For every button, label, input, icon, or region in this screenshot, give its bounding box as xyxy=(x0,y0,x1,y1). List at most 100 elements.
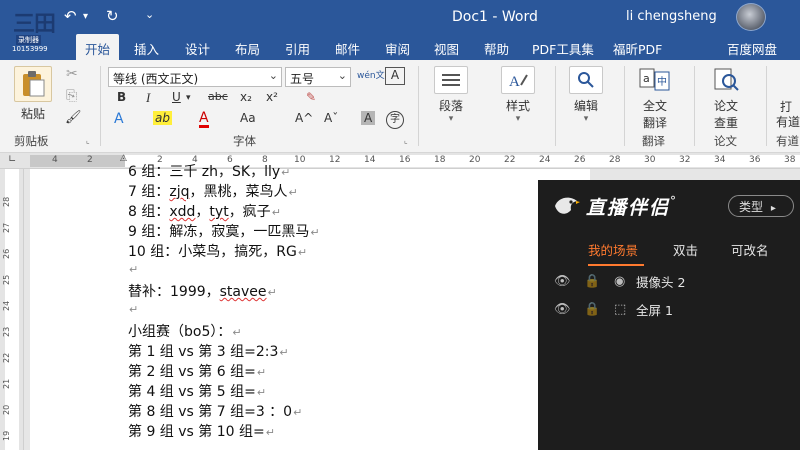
tab-baidu-netdisk[interactable]: 百度网盘 xyxy=(727,39,777,58)
document-line[interactable]: 第 4 组 vs 第 5 组=↵ xyxy=(128,381,266,401)
superscript-button[interactable]: x² xyxy=(266,90,278,104)
format-painter-icon[interactable]: 🖌 xyxy=(65,110,82,125)
character-border-icon[interactable]: A xyxy=(385,67,405,85)
document-line[interactable]: 第 1 组 vs 第 3 组=2:3↵ xyxy=(128,341,289,361)
italic-button[interactable]: I xyxy=(146,90,150,106)
character-shading-button[interactable]: A xyxy=(361,111,376,125)
styles-button[interactable]: A 样式 ▾ xyxy=(501,66,535,124)
clear-formatting-icon[interactable]: ✎ xyxy=(306,90,316,104)
divider xyxy=(100,66,101,146)
font-size-select[interactable]: 五号 ⌄ xyxy=(285,67,351,87)
youdao-label[interactable]: 有道 xyxy=(776,113,800,130)
chevron-down-icon: ▾ xyxy=(448,114,454,124)
tab-layout[interactable]: 布局 xyxy=(235,39,260,58)
avatar[interactable] xyxy=(736,3,766,31)
user-name[interactable]: li chengsheng xyxy=(626,9,717,24)
redo-icon[interactable]: ↻ xyxy=(106,7,119,25)
scene-item[interactable]: 👁 🔒 ⬚ 全屏 1 xyxy=(554,300,673,319)
tab-stop-icon[interactable]: ∟ xyxy=(8,154,16,165)
document-line[interactable]: 第 8 组 vs 第 7 组=3 ：0↵ xyxy=(128,401,302,421)
shrink-font-button[interactable]: Aˇ xyxy=(324,111,338,125)
bird-logo-icon xyxy=(555,197,580,214)
ruler-tick-label: 14 xyxy=(364,155,376,165)
ribbon: 粘贴 ✂ ⎘ 🖌 剪贴板 ⌞ 等线 (西文正文) ⌄ 五号 ⌄ wén文 A B… xyxy=(0,60,800,153)
ruler-tick-label: 21 xyxy=(2,378,11,389)
change-case-button[interactable]: Aa xyxy=(240,111,256,125)
tab-double-click[interactable]: 双击 xyxy=(673,240,698,259)
tab-review[interactable]: 审阅 xyxy=(385,39,410,58)
document-line[interactable]: 7 组：zjq，黑桃，菜鸟人↵ xyxy=(128,181,298,201)
phonetic-guide-icon[interactable]: wén文 xyxy=(357,68,385,81)
document-title: Doc1 - Word xyxy=(452,9,538,25)
clipboard-launcher-icon[interactable]: ⌞ xyxy=(86,136,90,145)
eye-icon[interactable]: 👁 xyxy=(554,302,584,317)
text-effects-button[interactable]: A xyxy=(114,111,124,127)
enclose-characters-button[interactable]: 字 xyxy=(386,111,404,129)
font-name-select[interactable]: 等线 (西文正文) ⌄ xyxy=(108,67,282,87)
highlight-button[interactable]: ab xyxy=(153,111,172,125)
lock-icon[interactable]: 🔒 xyxy=(584,274,614,289)
tab-help[interactable]: 帮助 xyxy=(484,39,509,58)
paste-button[interactable]: 粘贴 xyxy=(14,66,52,122)
scene-item[interactable]: 👁 🔒 ◉ 摄像头 2 xyxy=(554,272,685,291)
document-line[interactable]: 10 组：小菜鸟，搞死，RG↵ xyxy=(128,241,307,261)
tab-renamable[interactable]: 可改名 xyxy=(731,240,769,259)
styles-icon: A xyxy=(501,66,535,94)
type-button-label: 类型 xyxy=(739,200,764,214)
font-color-button[interactable]: A xyxy=(199,111,209,128)
paper-check-button[interactable]: 论文 查重 xyxy=(709,66,743,131)
underline-button[interactable]: U xyxy=(172,90,181,104)
divider xyxy=(694,66,695,146)
title-bar: ↶ ▾ ↻ ⌄ Doc1 - Word li chengsheng xyxy=(0,0,800,34)
ruler-tick-label: 27 xyxy=(2,222,11,233)
tab-pdf-tools[interactable]: PDF工具集 xyxy=(532,39,602,58)
document-line[interactable]: 6 组：三千 zh，SK，lly↵ xyxy=(128,161,290,181)
underline-dropdown-icon[interactable]: ▾ xyxy=(186,93,191,103)
type-button[interactable]: 类型 ▸ xyxy=(728,195,794,217)
subscript-button[interactable]: x₂ xyxy=(240,90,252,104)
copy-icon[interactable]: ⎘ xyxy=(66,88,77,104)
lock-icon[interactable]: 🔒 xyxy=(584,302,614,317)
ruler-tick-label: 34 xyxy=(714,155,726,165)
bold-button[interactable]: B xyxy=(117,90,126,104)
search-icon xyxy=(569,66,603,94)
font-launcher-icon[interactable]: ⌞ xyxy=(404,136,408,145)
paragraph-mark: ↵ xyxy=(310,226,320,239)
ruler-tick-label: 18 xyxy=(434,155,446,165)
editing-button[interactable]: 编辑 ▾ xyxy=(569,66,603,124)
tab-references[interactable]: 引用 xyxy=(285,39,310,58)
vertical-ruler[interactable]: 2827262524232221201918 xyxy=(0,169,24,450)
tab-view[interactable]: 视图 xyxy=(434,39,459,58)
cut-icon[interactable]: ✂ xyxy=(66,66,78,82)
document-line[interactable]: ↵ xyxy=(128,301,138,317)
document-line[interactable]: 替补：1999，stavee↵ xyxy=(128,281,277,301)
ruler-tick-label: 12 xyxy=(329,155,341,165)
tab-home[interactable]: 开始 xyxy=(76,34,120,61)
tab-foxit-pdf[interactable]: 福昕PDF xyxy=(613,39,662,58)
caret-right-icon: ▸ xyxy=(770,203,776,214)
document-line[interactable]: 第 9 组 vs 第 10 组=↵ xyxy=(128,421,275,441)
document-line[interactable]: 第 2 组 vs 第 6 组=↵ xyxy=(128,361,266,381)
document-line[interactable]: 小组赛（bo5）：↵ xyxy=(128,321,242,341)
undo-dropdown-icon[interactable]: ▾ xyxy=(83,11,88,22)
document-line[interactable]: 8 组：xdd，tyt，疯子↵ xyxy=(128,201,281,221)
indent-marker-icon[interactable]: ◬ xyxy=(120,153,127,163)
live-companion-panel: 直播伴侣 ° 类型 ▸ 我的场景 双击 可改名 👁 🔒 ◉ 摄像头 2 👁 🔒 … xyxy=(538,180,800,450)
document-page[interactable]: 6 组：三千 zh，SK，lly↵ 7 组：zjq，黑桃，菜鸟人↵ 8 组：xdd，… xyxy=(30,164,590,450)
grow-font-button[interactable]: A^ xyxy=(295,111,313,125)
customize-quick-access-icon[interactable]: ⌄ xyxy=(145,8,154,21)
paragraph-button[interactable]: 段落 ▾ xyxy=(434,66,468,124)
strikethrough-button[interactable]: abc xyxy=(208,90,228,103)
horizontal-ruler[interactable]: ∟ ◬ 4 2 2 4 6 8 10 12 14 16 18 20 22 24 26 28 30 32 34 36 38 xyxy=(0,153,800,169)
tab-mailings[interactable]: 邮件 xyxy=(335,39,360,58)
ruler-tick-label: 19 xyxy=(2,430,11,441)
full-translate-button[interactable]: a中 全文 翻译 xyxy=(638,66,672,131)
tab-my-scenes[interactable]: 我的场景 xyxy=(588,240,638,259)
document-line[interactable]: 9 组：解冻，寂寞，一匹黑马↵ xyxy=(128,221,320,241)
paragraph-mark: ↵ xyxy=(265,426,275,439)
document-line[interactable]: ↵ xyxy=(128,261,138,277)
undo-icon[interactable]: ↶ xyxy=(64,7,77,25)
tab-design[interactable]: 设计 xyxy=(185,39,210,58)
tab-insert[interactable]: 插入 xyxy=(134,39,159,58)
eye-icon[interactable]: 👁 xyxy=(554,274,584,289)
